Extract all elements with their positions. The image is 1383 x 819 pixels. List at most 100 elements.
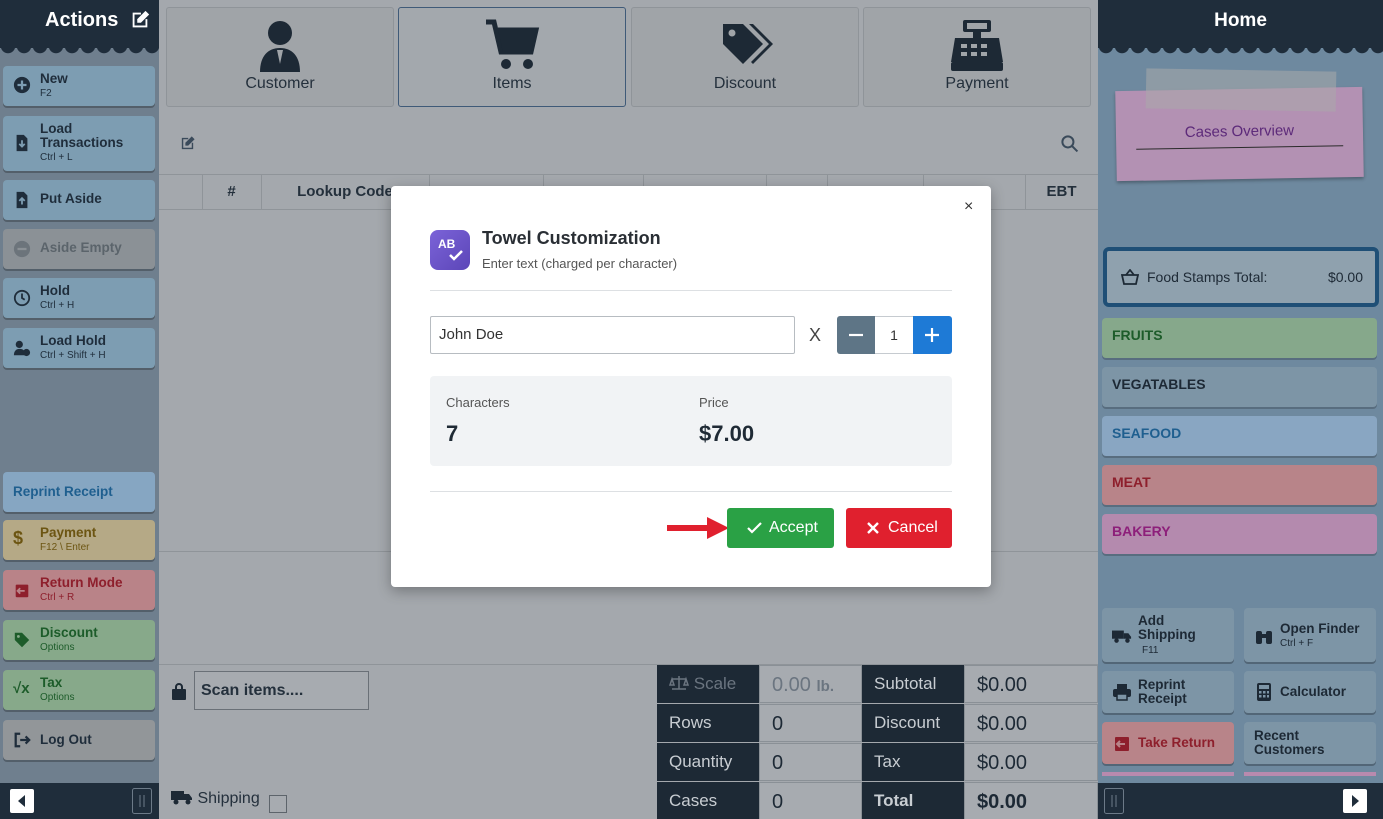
logout-icon bbox=[14, 732, 31, 748]
reprint-receipt-button-right[interactable]: Reprint Receipt bbox=[1102, 671, 1234, 713]
cancel-button[interactable]: Cancel bbox=[846, 508, 952, 548]
load-transactions-button[interactable]: Load Transactions Ctrl + L bbox=[3, 116, 155, 171]
log-out-button[interactable]: Log Out bbox=[3, 720, 155, 760]
edit-icon[interactable] bbox=[129, 9, 151, 31]
quantity-field[interactable]: 1 bbox=[875, 316, 913, 354]
plus-icon bbox=[925, 328, 939, 342]
quantity-value: 0 bbox=[759, 743, 862, 781]
characters-value: 7 bbox=[446, 421, 459, 446]
chevron-left-icon[interactable] bbox=[10, 789, 34, 813]
food-stamps-value: $0.00 bbox=[1327, 269, 1363, 285]
edit-icon[interactable] bbox=[179, 135, 196, 152]
return-icon bbox=[15, 584, 29, 598]
check-icon bbox=[747, 522, 762, 534]
tags-icon bbox=[723, 24, 773, 64]
cart-icon bbox=[486, 19, 540, 69]
plus-circle-icon bbox=[13, 76, 31, 94]
category-vegatables[interactable]: VEGATABLES bbox=[1102, 367, 1377, 407]
customer-icon bbox=[260, 21, 300, 72]
search-icon[interactable] bbox=[1060, 134, 1079, 153]
cases-value: 0 bbox=[759, 782, 862, 819]
column-number[interactable]: # bbox=[202, 175, 261, 209]
shipping-label: Shipping bbox=[197, 790, 260, 807]
category-meat[interactable]: MEAT bbox=[1102, 465, 1377, 505]
column-ebt[interactable]: EBT bbox=[1025, 175, 1098, 209]
decrease-quantity-button[interactable] bbox=[837, 316, 875, 354]
put-aside-button[interactable]: Put Aside bbox=[3, 180, 155, 220]
rows-label: Rows bbox=[657, 704, 759, 742]
hold-button[interactable]: Hold Ctrl + H bbox=[3, 278, 155, 318]
payment-button[interactable]: $ Payment F12 \ Enter bbox=[3, 520, 155, 560]
food-stamps-total: Food Stamps Total: $0.00 bbox=[1103, 247, 1379, 307]
total-label: Total bbox=[862, 782, 964, 819]
scale-value: 0.00 lb. bbox=[759, 665, 862, 703]
printer-icon bbox=[1113, 684, 1131, 701]
scale-icon bbox=[668, 676, 690, 690]
cases-label: Cases bbox=[657, 782, 759, 819]
open-finder-button[interactable]: Open Finder Ctrl + F bbox=[1244, 608, 1376, 662]
tab-discount[interactable]: Discount bbox=[631, 7, 859, 107]
truck-icon bbox=[1112, 630, 1132, 643]
calculator-button[interactable]: Calculator bbox=[1244, 671, 1376, 713]
red-arrow-icon bbox=[667, 517, 729, 539]
truck-icon bbox=[171, 791, 192, 805]
shopping-bag-icon bbox=[172, 683, 186, 700]
minus-icon bbox=[849, 333, 863, 337]
scale-label[interactable]: Scale bbox=[657, 665, 759, 703]
drag-handle-icon[interactable] bbox=[132, 788, 152, 814]
totals-panel: Scale 0.00 lb. Rows 0 Quantity 0 Cases 0… bbox=[657, 665, 1098, 819]
towel-customization-dialog: × AB Towel Customization Enter text (cha… bbox=[391, 186, 991, 587]
calculator-icon bbox=[1257, 683, 1271, 701]
return-icon bbox=[1115, 737, 1129, 751]
left-sidebar: Actions New F2 Load Transactions Ctrl + … bbox=[0, 0, 159, 819]
discount-value: $0.00 bbox=[964, 704, 1098, 742]
subtotal-value: $0.00 bbox=[964, 665, 1098, 703]
accept-button[interactable]: Accept bbox=[727, 508, 834, 548]
shipping-checkbox[interactable] bbox=[269, 795, 287, 813]
tab-payment[interactable]: Payment bbox=[863, 7, 1091, 107]
category-seafood[interactable]: SEAFOOD bbox=[1102, 416, 1377, 456]
food-stamps-label: Food Stamps Total: bbox=[1147, 269, 1268, 285]
tax-label: Tax bbox=[862, 743, 964, 781]
shipping-toggle: Shipping bbox=[171, 789, 260, 808]
chevron-right-icon[interactable] bbox=[1343, 789, 1367, 813]
actions-title: Actions bbox=[45, 9, 119, 31]
return-mode-button[interactable]: Return Mode Ctrl + R bbox=[3, 570, 155, 610]
reprint-receipt-button[interactable]: Reprint Receipt bbox=[3, 472, 155, 512]
tape-decoration bbox=[1145, 68, 1337, 112]
tab-customer[interactable]: Customer bbox=[166, 7, 394, 107]
load-hold-button[interactable]: Load Hold Ctrl + Shift + H bbox=[3, 328, 155, 368]
user-clock-icon bbox=[13, 340, 31, 357]
close-icon[interactable]: × bbox=[964, 198, 973, 216]
take-return-button[interactable]: Take Return bbox=[1102, 722, 1234, 764]
characters-label: Characters bbox=[446, 395, 510, 410]
new-button[interactable]: New F2 bbox=[3, 66, 155, 106]
aside-empty-button[interactable]: Aside Empty bbox=[3, 229, 155, 269]
category-bakery[interactable]: BAKERY bbox=[1102, 514, 1377, 554]
subtotal-label: Subtotal bbox=[862, 665, 964, 703]
drag-handle-icon[interactable] bbox=[1104, 788, 1124, 814]
tab-items[interactable]: Items bbox=[398, 7, 626, 107]
right-footer bbox=[1098, 783, 1383, 819]
increase-quantity-button[interactable] bbox=[913, 316, 952, 354]
towel-text-input[interactable]: John Doe bbox=[430, 316, 795, 354]
minus-circle-icon bbox=[13, 240, 31, 258]
add-shipping-button[interactable]: Add Shipping F11 bbox=[1102, 608, 1234, 662]
tax-options-button[interactable]: √x Tax Options bbox=[3, 670, 155, 710]
left-footer bbox=[0, 783, 159, 819]
category-fruits[interactable]: FRUITS bbox=[1102, 318, 1377, 358]
recent-customers-button[interactable]: Recent Customers bbox=[1244, 722, 1376, 764]
actions-header: Actions bbox=[0, 0, 159, 54]
price-value: $7.00 bbox=[699, 421, 755, 446]
basket-icon bbox=[1121, 269, 1139, 285]
discount-options-button[interactable]: Discount Options bbox=[3, 620, 155, 660]
price-label: Price bbox=[699, 395, 729, 410]
discount-label: Discount bbox=[862, 704, 964, 742]
text-check-icon: AB bbox=[430, 230, 470, 270]
total-value: $0.00 bbox=[964, 782, 1098, 819]
scan-items-input[interactable]: Scan items.... bbox=[194, 671, 369, 710]
dialog-subtitle: Enter text (charged per character) bbox=[482, 256, 678, 271]
binoculars-icon bbox=[1256, 631, 1272, 644]
multiply-sign: X bbox=[809, 325, 822, 345]
file-download-icon bbox=[16, 134, 28, 152]
